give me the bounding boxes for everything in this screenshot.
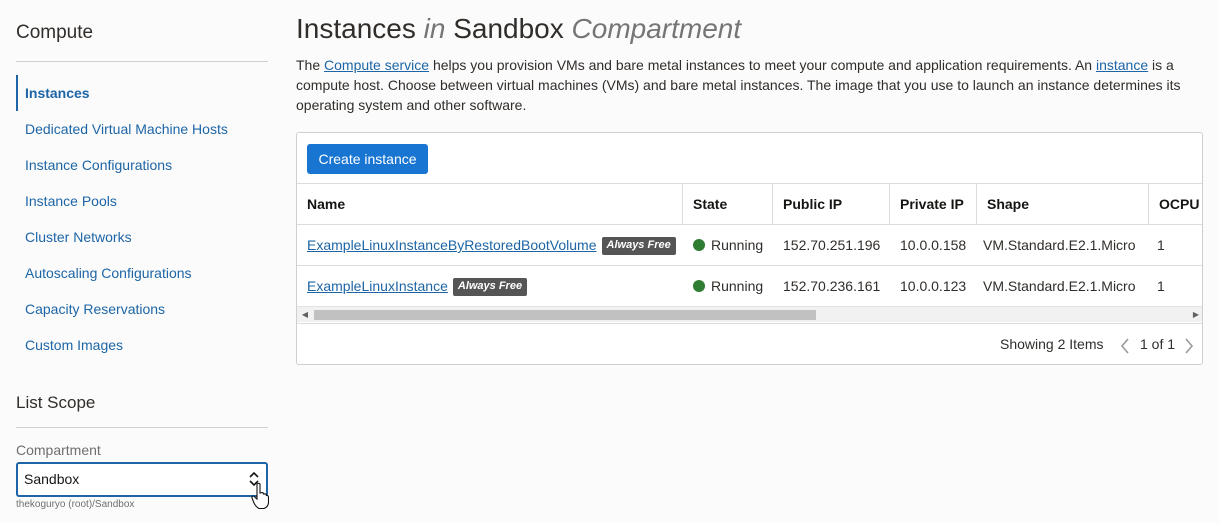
private-ip-cell: 10.0.0.158 xyxy=(900,237,967,253)
compartment-select[interactable]: Sandbox xyxy=(16,462,268,497)
sidebar-item-capacity-reservations[interactable]: Capacity Reservations xyxy=(16,291,268,327)
shape-cell: VM.Standard.E2.1.Micro xyxy=(983,237,1136,253)
status-dot-icon xyxy=(693,280,705,292)
page-indicator: 1 of 1 xyxy=(1140,336,1176,352)
table-row: ExampleLinuxInstanceByRestoredBootVolume… xyxy=(297,224,1202,265)
chevron-right-icon[interactable] xyxy=(1183,336,1195,356)
sidebar-item-custom-images[interactable]: Custom Images xyxy=(16,327,268,363)
list-scope-title: List Scope xyxy=(16,393,96,412)
always-free-badge: Always Free xyxy=(452,278,528,296)
page-title-main: Instances xyxy=(296,13,416,44)
public-ip-cell: 152.70.251.196 xyxy=(783,237,881,253)
column-header-private-ip[interactable]: Private IP xyxy=(890,184,977,224)
instances-table: Name State Public IP Private IP Shape OC… xyxy=(297,183,1202,306)
instances-panel: Create instance Name State Public IP Pri… xyxy=(296,132,1203,365)
table-header-row: Name State Public IP Private IP Shape OC… xyxy=(297,183,1202,224)
table-footer: Showing 2 Items 1 of 1 xyxy=(297,323,1202,364)
scrollbar-thumb[interactable] xyxy=(314,310,816,320)
state-text: Running xyxy=(711,237,764,253)
state-cell: Running xyxy=(683,225,773,265)
sidebar-title: Compute xyxy=(16,22,94,43)
page-title-suffix: Compartment xyxy=(571,13,742,44)
divider xyxy=(16,427,268,428)
page-title-in: in xyxy=(423,13,446,44)
instance-name-cell: ExampleLinuxInstanceByRestoredBootVolume… xyxy=(297,225,683,265)
table-row: ExampleLinuxInstance Always Free Running … xyxy=(297,265,1202,306)
page-title: Instances in Sandbox Compartment xyxy=(296,13,741,45)
showing-count: Showing 2 Items xyxy=(1000,336,1104,352)
shape-cell: VM.Standard.E2.1.Micro xyxy=(983,278,1136,294)
instance-name-link[interactable]: ExampleLinuxInstance xyxy=(307,278,448,294)
create-instance-button[interactable]: Create instance xyxy=(307,144,428,174)
always-free-badge: Always Free xyxy=(601,237,676,255)
column-header-shape[interactable]: Shape xyxy=(977,184,1149,224)
divider xyxy=(16,61,268,62)
instance-name-link[interactable]: ExampleLinuxInstanceByRestoredBootVolume xyxy=(307,237,597,253)
ocpu-cell: 1 xyxy=(1157,237,1165,253)
sidebar-item-cluster-networks[interactable]: Cluster Networks xyxy=(16,219,268,255)
page-title-compartment: Sandbox xyxy=(453,13,564,44)
status-dot-icon xyxy=(693,239,705,251)
intro-text-part: The xyxy=(296,57,325,73)
public-ip-cell: 152.70.236.161 xyxy=(783,278,881,294)
ocpu-cell: 1 xyxy=(1157,278,1165,294)
column-header-state[interactable]: State xyxy=(683,184,773,224)
instance-name-cell: ExampleLinuxInstance Always Free xyxy=(297,266,683,306)
compartment-select-value: Sandbox xyxy=(24,471,80,487)
scroll-left-icon[interactable]: ◀ xyxy=(297,307,313,323)
compute-service-link[interactable]: Compute service xyxy=(324,57,429,73)
sidebar-nav: Instances Dedicated Virtual Machine Host… xyxy=(16,75,268,363)
private-ip-cell: 10.0.0.123 xyxy=(900,278,967,294)
compartment-label: Compartment xyxy=(16,442,101,458)
sidebar-item-instances[interactable]: Instances xyxy=(16,75,268,111)
hand-cursor-icon xyxy=(251,482,269,510)
sidebar-item-instance-configurations[interactable]: Instance Configurations xyxy=(16,147,268,183)
intro-text-part: helps you provision VMs and bare metal i… xyxy=(429,57,1096,73)
column-header-ocpu[interactable]: OCPU xyxy=(1149,184,1202,224)
pagination: 1 of 1 xyxy=(1119,334,1199,358)
state-text: Running xyxy=(711,278,764,294)
sidebar-item-dedicated-vm-hosts[interactable]: Dedicated Virtual Machine Hosts xyxy=(16,111,268,147)
column-header-name[interactable]: Name xyxy=(297,184,683,224)
intro-text: The Compute service helps you provision … xyxy=(296,55,1196,115)
scroll-right-icon[interactable]: ▶ xyxy=(1188,307,1202,323)
column-header-public-ip[interactable]: Public IP xyxy=(773,184,890,224)
horizontal-scrollbar[interactable]: ◀ ▶ xyxy=(297,306,1202,323)
sidebar-item-autoscaling-configurations[interactable]: Autoscaling Configurations xyxy=(16,255,268,291)
compartment-path: thekoguryo (root)/Sandbox xyxy=(16,499,135,510)
sidebar: Compute Instances Dedicated Virtual Mach… xyxy=(0,0,284,523)
sidebar-item-instance-pools[interactable]: Instance Pools xyxy=(16,183,268,219)
chevron-left-icon[interactable] xyxy=(1119,336,1131,356)
instance-link[interactable]: instance xyxy=(1096,57,1148,73)
state-cell: Running xyxy=(683,266,773,306)
